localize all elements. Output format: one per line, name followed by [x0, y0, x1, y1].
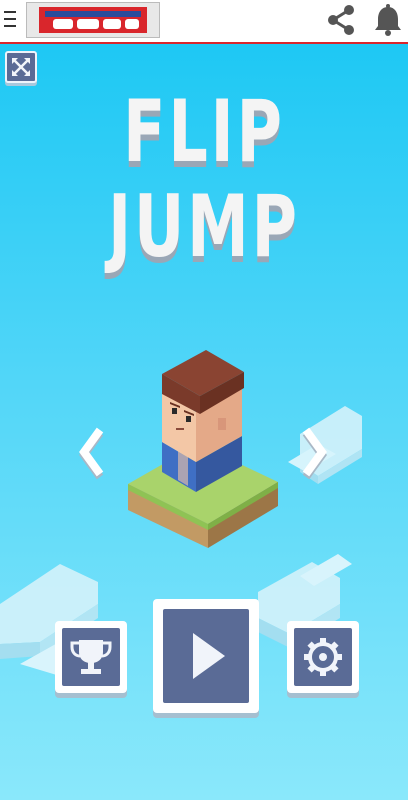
- gear-icon: [304, 638, 342, 676]
- game-canvas[interactable]: FLIP JUMP: [0, 44, 408, 800]
- app-logo-banner: [26, 2, 160, 38]
- settings-button-face: [294, 628, 352, 686]
- share-icon[interactable]: [322, 3, 360, 37]
- game-title-line-2: JUMP: [108, 177, 300, 277]
- game-title-line-1: FLIP: [123, 82, 285, 182]
- play-icon: [193, 633, 225, 679]
- chevron-right-icon[interactable]: [294, 424, 334, 480]
- play-button[interactable]: [153, 599, 259, 713]
- menu-icon[interactable]: [4, 10, 16, 28]
- chevron-left-icon[interactable]: [72, 424, 112, 480]
- leaderboard-button-face: [62, 628, 120, 686]
- trophy-icon: [70, 640, 112, 674]
- leaderboard-button[interactable]: [55, 621, 127, 693]
- app-top-bar: [0, 0, 408, 44]
- settings-button[interactable]: [287, 621, 359, 693]
- bell-icon[interactable]: [370, 3, 406, 37]
- expand-icon[interactable]: [5, 51, 37, 83]
- character: [162, 350, 244, 492]
- play-button-face: [163, 609, 249, 703]
